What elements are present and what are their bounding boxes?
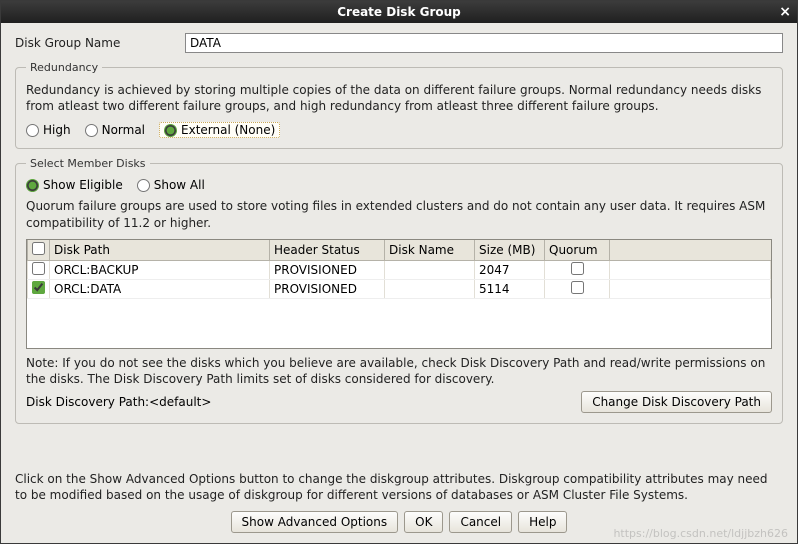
col-select[interactable] [28, 240, 50, 261]
redundancy-external-radio[interactable] [164, 124, 177, 137]
redundancy-normal-radio[interactable] [85, 124, 98, 137]
redundancy-desc: Redundancy is achieved by storing multip… [26, 82, 772, 114]
col-size-mb[interactable]: Size (MB) [475, 240, 545, 261]
cell-disk-name [385, 279, 475, 298]
close-icon[interactable]: × [779, 1, 791, 23]
member-note: Note: If you do not see the disks which … [26, 355, 772, 387]
cell-disk-name [385, 260, 475, 279]
cell-size-mb: 2047 [475, 260, 545, 279]
disks-table: Disk Path Header Status Disk Name Size (… [27, 240, 771, 299]
row-select-checkbox[interactable] [32, 262, 45, 275]
cell-disk-path: ORCL:BACKUP [50, 260, 270, 279]
cell-size-mb: 5114 [475, 279, 545, 298]
redundancy-normal-option[interactable]: Normal [85, 123, 145, 137]
show-all-option[interactable]: Show All [137, 178, 205, 192]
redundancy-external-option[interactable]: External (None) [159, 122, 280, 138]
col-disk-path[interactable]: Disk Path [50, 240, 270, 261]
cell-disk-path: ORCL:DATA [50, 279, 270, 298]
member-desc: Quorum failure groups are used to store … [26, 198, 772, 230]
select-all-checkbox[interactable] [32, 242, 45, 255]
member-legend: Select Member Disks [26, 157, 150, 170]
discovery-path-label: Disk Discovery Path:<default> [26, 395, 211, 409]
show-eligible-option[interactable]: Show Eligible [26, 178, 123, 192]
help-button[interactable]: Help [518, 511, 567, 533]
disks-table-wrap: Disk Path Header Status Disk Name Size (… [26, 239, 772, 349]
redundancy-group: Redundancy Redundancy is achieved by sto… [15, 61, 783, 149]
footer-note: Click on the Show Advanced Options butto… [1, 471, 797, 503]
col-quorum[interactable]: Quorum [545, 240, 610, 261]
redundancy-high-option[interactable]: High [26, 123, 71, 137]
change-discovery-path-button[interactable]: Change Disk Discovery Path [581, 391, 772, 413]
redundancy-high-radio[interactable] [26, 124, 39, 137]
window-title: Create Disk Group [337, 5, 461, 19]
show-eligible-radio[interactable] [26, 179, 39, 192]
member-disks-group: Select Member Disks Show Eligible Show A… [15, 157, 783, 424]
titlebar: Create Disk Group × [1, 1, 797, 23]
cell-header-status: PROVISIONED [270, 260, 385, 279]
cancel-button[interactable]: Cancel [449, 511, 512, 533]
col-header-status[interactable]: Header Status [270, 240, 385, 261]
table-row[interactable]: ORCL:BACKUPPROVISIONED 2047 [28, 260, 771, 279]
redundancy-legend: Redundancy [26, 61, 102, 74]
show-all-radio[interactable] [137, 179, 150, 192]
row-quorum-checkbox[interactable] [571, 262, 584, 275]
cell-header-status: PROVISIONED [270, 279, 385, 298]
ok-button[interactable]: OK [404, 511, 443, 533]
row-select-checkbox[interactable] [32, 281, 45, 294]
table-row[interactable]: ORCL:DATAPROVISIONED 5114 [28, 279, 771, 298]
col-spacer [610, 240, 771, 261]
col-disk-name[interactable]: Disk Name [385, 240, 475, 261]
disk-group-name-label: Disk Group Name [15, 36, 175, 50]
row-quorum-checkbox[interactable] [571, 281, 584, 294]
disk-group-name-input[interactable] [185, 33, 783, 53]
show-advanced-button[interactable]: Show Advanced Options [231, 511, 399, 533]
dialog-window: Create Disk Group × Disk Group Name Redu… [0, 0, 798, 544]
